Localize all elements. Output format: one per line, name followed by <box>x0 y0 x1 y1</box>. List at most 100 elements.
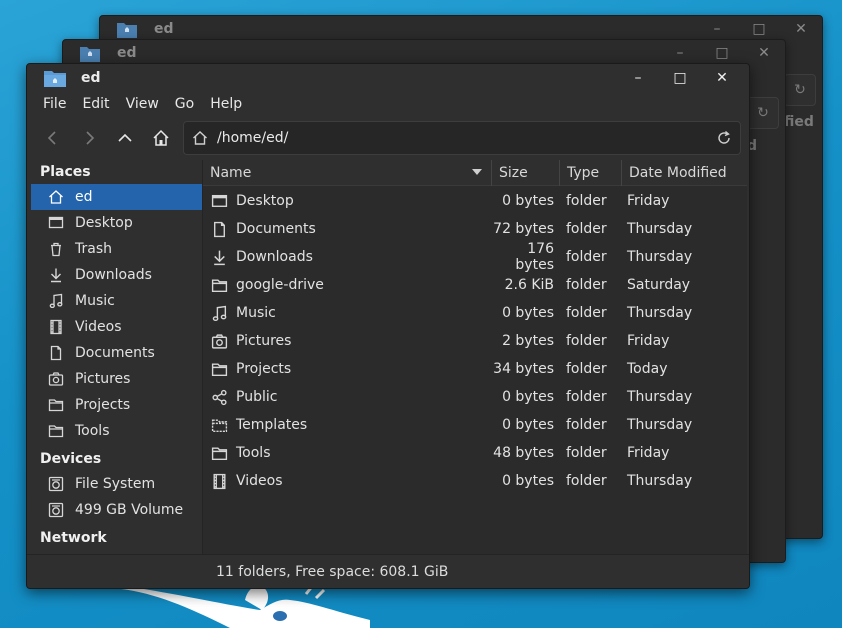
drive-icon <box>48 476 64 492</box>
file-type: folder <box>566 333 607 349</box>
file-row[interactable]: Downloads 176 bytes folder Thursday <box>203 241 747 273</box>
document-icon <box>213 221 225 237</box>
file-name: Videos <box>236 473 283 489</box>
sidebar-item-pictures[interactable]: Pictures <box>31 366 202 392</box>
close-button[interactable]: ✕ <box>701 64 743 92</box>
folder-icon <box>48 425 64 438</box>
menu-view[interactable]: View <box>118 96 167 112</box>
file-row[interactable]: Music 0 bytes folder Thursday <box>203 299 747 327</box>
menu-go[interactable]: Go <box>167 96 202 112</box>
file-row[interactable]: Pictures 2 bytes folder Friday <box>203 327 747 355</box>
close-button[interactable]: ✕ <box>743 40 785 66</box>
file-manager-window[interactable]: ed – □ ✕ File Edit View Go Help /home/ed… <box>26 63 750 589</box>
file-name-cell: Desktop <box>203 192 492 210</box>
file-row[interactable]: Desktop 0 bytes folder Friday <box>203 187 747 215</box>
reload-icon[interactable]: ↻ <box>747 97 779 129</box>
desktop-icon <box>48 216 64 229</box>
file-list[interactable]: Name Size Type Date Modified Desktop 0 by… <box>202 160 747 572</box>
home-icon <box>49 190 63 204</box>
file-name-cell: Tools <box>203 444 492 462</box>
file-row[interactable]: Public 0 bytes folder Thursday <box>203 383 747 411</box>
sidebar-item-desktop[interactable]: Desktop <box>31 210 202 236</box>
title-bar[interactable]: ed – □ ✕ <box>27 64 749 92</box>
file-date: Thursday <box>627 221 693 237</box>
up-button[interactable] <box>107 120 143 156</box>
drive-icon-wrap <box>47 501 65 519</box>
sidebar-item-label: Music <box>75 293 115 309</box>
minimize-button[interactable]: – <box>617 64 659 92</box>
file-size: 0 bytes <box>502 193 554 209</box>
menu-file[interactable]: File <box>35 96 74 112</box>
trash-icon-wrap <box>47 240 65 258</box>
sidebar-item-documents[interactable]: Documents <box>31 340 202 366</box>
sidebar-item-label: Trash <box>75 241 112 257</box>
download-icon-wrap <box>47 266 65 284</box>
location-path[interactable]: /home/ed/ <box>217 130 288 146</box>
sidebar-item-music[interactable]: Music <box>31 288 202 314</box>
places-header: Places <box>40 164 91 180</box>
column-header-type[interactable]: Type <box>560 160 622 186</box>
side-pane: Places ed Desktop Trash Downloads Music Video… <box>31 160 202 572</box>
sidebar-item-label: Documents <box>75 345 155 361</box>
file-size: 176 bytes <box>515 241 554 273</box>
file-size: 0 bytes <box>502 417 554 433</box>
close-button[interactable]: ✕ <box>780 16 822 42</box>
share-icon <box>211 389 227 405</box>
sidebar-item-projects[interactable]: Projects <box>31 392 202 418</box>
file-row[interactable]: Templates 0 bytes folder Thursday <box>203 411 747 439</box>
document-icon-wrap <box>47 344 65 362</box>
sidebar-item-label: File System <box>75 476 156 492</box>
sidebar-item-videos[interactable]: Videos <box>31 314 202 340</box>
home-button[interactable] <box>143 120 179 156</box>
download-icon <box>213 250 225 265</box>
file-row[interactable]: Documents 72 bytes folder Thursday <box>203 215 747 243</box>
sidebar-item-label: Tools <box>75 423 110 439</box>
file-size: 72 bytes <box>493 221 554 237</box>
reload-icon[interactable]: ↻ <box>784 74 816 106</box>
menu-edit[interactable]: Edit <box>74 96 117 112</box>
folder-icon <box>48 399 64 412</box>
maximize-button[interactable]: □ <box>659 64 701 92</box>
folder-icon-wrap <box>47 396 65 414</box>
menu-help[interactable]: Help <box>202 96 250 112</box>
sidebar-item-downloads[interactable]: Downloads <box>31 262 202 288</box>
chevron-up-icon <box>118 133 132 142</box>
folder-app-icon <box>43 68 67 88</box>
file-type: folder <box>566 249 607 265</box>
column-header-date[interactable]: Date Modified <box>622 160 746 186</box>
sidebar-item-label: ed <box>75 189 93 205</box>
file-row[interactable]: google-drive 2.6 KiB folder Saturday <box>203 271 747 299</box>
file-name-cell: Projects <box>203 360 492 378</box>
sort-descending-icon <box>472 169 482 175</box>
folder-icon-wrap <box>47 422 65 440</box>
sidebar-item-file-system[interactable]: File System <box>31 471 202 497</box>
music-icon <box>212 305 226 321</box>
file-icon <box>210 332 228 350</box>
sidebar-item-ed[interactable]: ed <box>31 184 202 210</box>
file-name: Downloads <box>236 249 313 265</box>
sidebar-item-label: Desktop <box>75 215 133 231</box>
file-row[interactable]: Videos 0 bytes folder Thursday <box>203 467 747 495</box>
column-header-name[interactable]: Name <box>203 160 492 186</box>
sidebar-item-label: Projects <box>75 397 131 413</box>
home-icon <box>193 131 207 145</box>
file-row[interactable]: Projects 34 bytes folder Today <box>203 355 747 383</box>
camera-icon-wrap <box>47 370 65 388</box>
sidebar-item-499-gb-volume[interactable]: 499 GB Volume <box>31 497 202 523</box>
file-size: 34 bytes <box>493 361 554 377</box>
sidebar-item-trash[interactable]: Trash <box>31 236 202 262</box>
back-button[interactable] <box>35 120 71 156</box>
forward-button[interactable] <box>71 120 107 156</box>
column-header-fragment: fied <box>784 114 814 130</box>
trash-icon <box>51 242 61 257</box>
sidebar-item-label: 499 GB Volume <box>75 502 184 518</box>
file-name-cell: Templates <box>203 416 492 434</box>
sidebar-item-tools[interactable]: Tools <box>31 418 202 444</box>
file-name-cell: Pictures <box>203 332 492 350</box>
location-bar[interactable]: /home/ed/ <box>183 121 741 155</box>
file-row[interactable]: Tools 48 bytes folder Friday <box>203 439 747 467</box>
toolbar: /home/ed/ <box>27 116 749 160</box>
reload-icon[interactable] <box>716 130 732 146</box>
column-header-size[interactable]: Size <box>492 160 560 186</box>
file-date: Friday <box>627 193 670 209</box>
